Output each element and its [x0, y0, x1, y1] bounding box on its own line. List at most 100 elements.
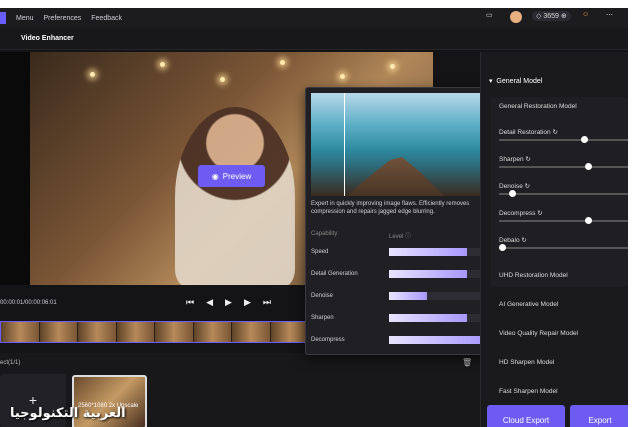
film-frame: [1, 322, 40, 342]
slider-track[interactable]: [499, 193, 628, 195]
slider[interactable]: Decompress ↻: [499, 202, 628, 232]
level-bar: [389, 270, 484, 278]
slider-track[interactable]: [499, 166, 628, 168]
slider[interactable]: Sharpen ↻: [499, 148, 628, 178]
slider-label: Sharpen ↻: [499, 156, 531, 163]
video-subject: [175, 107, 295, 285]
trash-icon[interactable]: 🗑: [462, 358, 472, 367]
watermark-logo: العربية التكنولوجيا: [10, 406, 126, 421]
skip-end-icon[interactable]: ⏭: [263, 297, 271, 308]
capability-row: Detail Generation: [311, 270, 484, 280]
cloud-export-button[interactable]: Cloud Export: [487, 405, 565, 427]
slider-track[interactable]: [499, 139, 628, 141]
slider-label-text: Decompress: [499, 210, 536, 217]
slider[interactable]: Detail Restoration ↻: [499, 121, 628, 151]
gift-icon[interactable]: ☺: [582, 11, 589, 18]
model-description: Expert in quickly improving image flaws.…: [311, 201, 470, 215]
capability-label: Speed: [311, 249, 329, 255]
restoration-model-card[interactable]: General Restoration Model Detail Restora…: [491, 97, 628, 287]
slider[interactable]: Denoise ↻: [499, 175, 628, 205]
next-frame-icon[interactable]: ▶: [244, 297, 251, 308]
comparison-image: [311, 93, 483, 196]
slider-knob[interactable]: [585, 217, 593, 224]
slider-label: Detail Restoration ↻: [499, 129, 558, 136]
capability-label: Sharpen: [311, 315, 334, 321]
slider-label-text: Denoise: [499, 183, 523, 190]
restoration-model-title: General Restoration Model: [499, 103, 577, 110]
model-option[interactable]: AI Generative Model: [499, 301, 558, 308]
timecode: 00:00:01/00:00:06:01: [0, 300, 57, 306]
model-option[interactable]: UHD Restoration Model: [499, 272, 568, 279]
avatar[interactable]: [510, 11, 522, 23]
film-frame: [193, 322, 232, 342]
model-option[interactable]: HD Sharpen Model: [499, 359, 554, 366]
menu-button[interactable]: Menu: [16, 15, 34, 22]
slider-label-text: Sharpen: [499, 156, 524, 163]
level-fill: [389, 270, 467, 278]
slider[interactable]: Debalo ↻: [499, 229, 628, 259]
play-icon[interactable]: ▶: [225, 297, 232, 308]
project-label: ect(1/1): [0, 360, 21, 366]
model-info-popup: Expert in quickly improving image flaws.…: [305, 87, 488, 355]
film-frame: [116, 322, 155, 342]
app-window: Menu Preferences Feedback ▭ ◇ 3659 ⊕ ☺ ⋯…: [0, 8, 628, 427]
general-model-label: General Model: [496, 78, 543, 85]
credits-badge[interactable]: ◇ 3659 ⊕: [532, 11, 571, 21]
eye-icon: ◉: [211, 171, 219, 181]
film-frame: [155, 322, 194, 342]
page-title: Video Enhancer: [21, 35, 74, 42]
level-header: Level ⓘ: [389, 234, 412, 240]
general-model-header[interactable]: ▾ General Model: [489, 77, 542, 85]
level-fill: [389, 248, 467, 256]
level-bar: [389, 248, 484, 256]
light-bulb: [220, 77, 225, 82]
feedback-button[interactable]: Feedback: [91, 15, 122, 22]
compare-divider: [344, 93, 345, 196]
slider-knob[interactable]: [580, 136, 588, 143]
slider-label: Denoise ↻: [499, 183, 531, 190]
level-bar: [389, 314, 484, 322]
capability-row: Sharpen: [311, 314, 484, 324]
prev-frame-icon[interactable]: ◀: [206, 297, 213, 308]
window-icon[interactable]: ▭: [486, 11, 493, 19]
film-frame: [270, 322, 309, 342]
film-frame: [78, 322, 117, 342]
level-header-label: Level: [389, 234, 404, 240]
capability-row: Speed: [311, 248, 484, 258]
light-bulb: [280, 60, 285, 65]
slider-label-text: Detail Restoration: [499, 129, 551, 136]
slider-track[interactable]: [499, 220, 628, 222]
filmstrip[interactable]: [0, 321, 310, 343]
capability-row: Denoise: [311, 292, 484, 302]
film-frame: [39, 322, 78, 342]
film-frame: [232, 322, 271, 342]
slider-knob[interactable]: [499, 244, 506, 251]
preferences-button[interactable]: Preferences: [44, 15, 82, 22]
model-option[interactable]: Video Quality Repair Model: [499, 330, 578, 337]
capability-row: Decompress: [311, 336, 484, 346]
light-bulb: [90, 72, 95, 77]
slider-track[interactable]: [499, 247, 628, 249]
skip-start-icon[interactable]: ⏮: [186, 297, 194, 308]
export-button[interactable]: Export: [570, 405, 628, 427]
settings-panel: ▾ General Model General Restoration Mode…: [480, 52, 628, 427]
app-logo: [0, 12, 6, 24]
more-icon[interactable]: ⋯: [606, 11, 613, 19]
credits-count: 3659: [543, 13, 559, 20]
top-bar: Menu Preferences Feedback ▭ ◇ 3659 ⊕ ☺ ⋯: [0, 8, 628, 28]
preview-label: Preview: [222, 171, 252, 181]
preview-button[interactable]: ◉ Preview: [198, 165, 265, 187]
model-option[interactable]: Fast Sharpen Model: [499, 388, 558, 395]
slider-knob[interactable]: [508, 190, 516, 197]
video-side-area: [0, 52, 30, 285]
level-bar: [389, 336, 484, 344]
capability-label: Decompress: [311, 337, 345, 343]
slider-knob[interactable]: [585, 163, 593, 170]
playback-controls: ⏮ ◀ ▶ ▶ ⏭: [186, 297, 271, 308]
level-fill: [389, 314, 467, 322]
capability-header: Capability: [311, 231, 338, 237]
rock-shape: [336, 157, 456, 196]
capability-label: Denoise: [311, 293, 334, 299]
light-bulb: [390, 64, 395, 69]
slider-label: Decompress ↻: [499, 210, 543, 217]
